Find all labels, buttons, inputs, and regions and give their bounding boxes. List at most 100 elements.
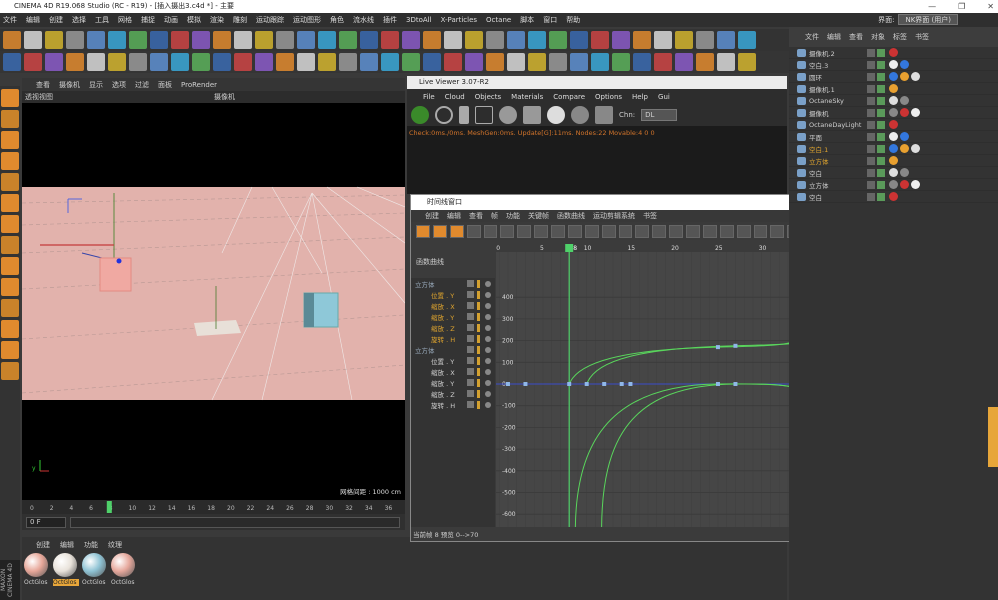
viewport-menu-item[interactable]: 摄像机 — [59, 80, 80, 90]
toolbar-icon[interactable] — [633, 53, 651, 71]
menu-item[interactable]: 工具 — [95, 15, 109, 25]
live-viewer-menu-item[interactable]: Gui — [658, 93, 670, 101]
toolbar-icon[interactable] — [591, 31, 609, 49]
object-row[interactable]: 立方体 — [789, 179, 998, 191]
track-lock-icon[interactable] — [477, 356, 480, 365]
playhead[interactable] — [565, 244, 574, 252]
track-dot-icon[interactable] — [485, 313, 491, 320]
om-tab[interactable]: 文件 — [805, 32, 819, 42]
object-row[interactable]: 空白 — [789, 191, 998, 203]
live-viewer-menu-item[interactable]: Materials — [511, 93, 543, 101]
timeline-tool-icon[interactable] — [686, 224, 700, 238]
toolbar-icon[interactable] — [633, 31, 651, 49]
lock-icon[interactable] — [523, 106, 541, 124]
menu-item[interactable]: 窗口 — [543, 15, 557, 25]
render-toggle[interactable] — [877, 60, 885, 69]
render-toggle[interactable] — [877, 192, 885, 201]
tool-icon[interactable] — [1, 257, 19, 275]
material-menu-item[interactable]: 纹理 — [108, 540, 122, 549]
toolbar-icon[interactable] — [276, 31, 294, 49]
track-lock-icon[interactable] — [477, 367, 480, 376]
object-tag[interactable] — [889, 180, 898, 189]
viewport-camera[interactable]: 摄像机 — [214, 92, 235, 102]
toolbar-icon[interactable] — [171, 31, 189, 49]
menu-item[interactable]: 3DtoAll — [406, 16, 432, 24]
pin-icon[interactable] — [595, 106, 613, 124]
om-tab[interactable]: 编辑 — [827, 32, 841, 42]
object-row[interactable]: OctaneDayLight — [789, 119, 998, 131]
side-tab[interactable] — [988, 407, 998, 467]
menu-item[interactable]: 运动图形 — [293, 15, 321, 25]
menu-item[interactable]: 渲染 — [210, 15, 224, 25]
frame-range-slider[interactable] — [70, 517, 400, 528]
toolbar-icon[interactable] — [339, 53, 357, 71]
track-lock-icon[interactable] — [477, 389, 480, 398]
toolbar-icon[interactable] — [24, 53, 42, 71]
toolbar-icon[interactable] — [129, 53, 147, 71]
menu-item[interactable]: 流水线 — [353, 15, 374, 25]
track-checkbox[interactable] — [467, 379, 474, 386]
timeline-tool-icon[interactable] — [483, 224, 498, 238]
timeline-tool-icon[interactable] — [517, 224, 532, 238]
track-checkbox[interactable] — [467, 368, 474, 375]
toolbar-icon[interactable] — [402, 53, 420, 71]
object-tag[interactable] — [889, 144, 898, 153]
track-lock-icon[interactable] — [477, 279, 480, 288]
render-toggle[interactable] — [877, 48, 885, 57]
object-tag[interactable] — [900, 96, 909, 105]
menu-item[interactable]: 模拟 — [187, 15, 201, 25]
tool-icon[interactable] — [1, 341, 19, 359]
track-dot-icon[interactable] — [485, 368, 491, 375]
timeline-menu-item[interactable]: 运动剪辑系统 — [593, 211, 635, 221]
live-viewer-menu-item[interactable]: Help — [632, 93, 648, 101]
object-tag[interactable] — [889, 120, 898, 129]
track-row[interactable]: 缩放 . X — [411, 300, 495, 311]
track-dot-icon[interactable] — [485, 324, 491, 331]
timeline-menu-item[interactable]: 查看 — [469, 211, 483, 221]
track-checkbox[interactable] — [467, 335, 474, 342]
object-row[interactable]: 圆环 — [789, 71, 998, 83]
live-viewer-menu-item[interactable]: File — [423, 93, 435, 101]
tool-icon[interactable] — [1, 131, 19, 149]
timeline-tool-icon[interactable] — [669, 224, 683, 238]
material-icon[interactable] — [547, 106, 565, 124]
toolbar-icon[interactable] — [87, 53, 105, 71]
current-frame-field[interactable]: 0 F — [26, 517, 66, 528]
toolbar-icon[interactable] — [612, 53, 630, 71]
tool-icon[interactable] — [1, 194, 19, 212]
timeline-tool-icon[interactable] — [601, 224, 616, 238]
toolbar-icon[interactable] — [276, 53, 294, 71]
render-toggle[interactable] — [877, 168, 885, 177]
timeline-tool-icon[interactable] — [416, 224, 430, 238]
close-icon[interactable]: ✕ — [987, 0, 994, 13]
menu-item[interactable]: Octane — [486, 16, 511, 24]
om-tab[interactable]: 查看 — [849, 32, 863, 42]
layout-select[interactable]: NK界面 (用户) — [898, 14, 958, 25]
timeline-ruler[interactable]: 024681012141618202224262830323436 — [22, 500, 405, 514]
track-dot-icon[interactable] — [485, 390, 491, 397]
visibility-toggle[interactable] — [867, 120, 875, 129]
render-toggle[interactable] — [877, 84, 885, 93]
visibility-toggle[interactable] — [867, 84, 875, 93]
menu-item[interactable]: 捕捉 — [141, 15, 155, 25]
toolbar-icon[interactable] — [402, 31, 420, 49]
track-checkbox[interactable] — [467, 357, 474, 364]
menu-item[interactable]: 插件 — [383, 15, 397, 25]
timeline-tool-icon[interactable] — [432, 224, 447, 238]
track-dot-icon[interactable] — [485, 291, 491, 298]
menu-item[interactable]: 创建 — [49, 15, 63, 25]
menu-item[interactable]: 脚本 — [520, 15, 534, 25]
track-row[interactable]: 缩放 . X — [411, 366, 495, 377]
track-dot-icon[interactable] — [485, 302, 491, 309]
object-row[interactable]: 空白 — [789, 167, 998, 179]
material-menu-item[interactable]: 功能 — [84, 540, 98, 549]
restart-icon[interactable] — [435, 106, 453, 124]
keyframe[interactable] — [505, 382, 510, 386]
render-icon[interactable] — [411, 106, 429, 124]
toolbar-icon[interactable] — [45, 31, 63, 49]
menu-item[interactable]: X-Particles — [441, 16, 477, 24]
toolbar-icon[interactable] — [507, 53, 525, 71]
viewport-menu-item[interactable]: 过滤 — [135, 80, 149, 90]
visibility-toggle[interactable] — [867, 72, 875, 81]
viewport-menu-item[interactable]: 面板 — [158, 80, 172, 90]
